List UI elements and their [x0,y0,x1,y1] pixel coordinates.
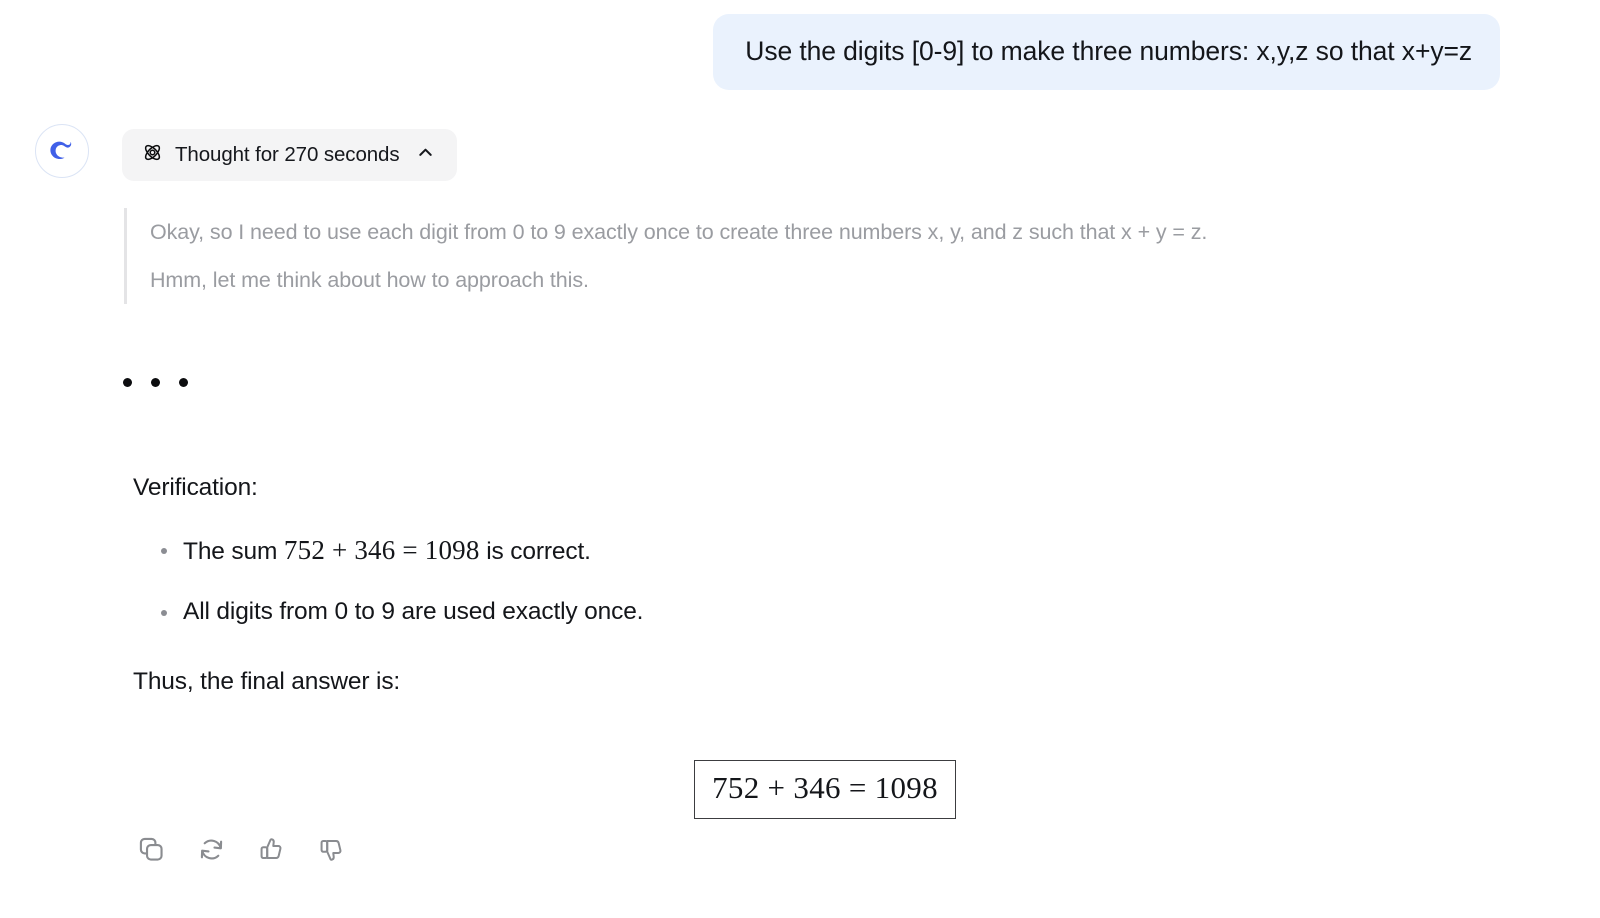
regenerate-button[interactable] [194,832,228,866]
ellipsis-dot [179,378,188,387]
chevron-up-icon[interactable] [416,143,435,167]
verification-heading: Verification: [133,474,258,501]
thumbs-down-button[interactable] [314,832,348,866]
conclusion-line: Thus, the final answer is: [133,668,401,695]
list-item: All digits from 0 to 9 are used exactly … [133,592,1513,632]
ellipsis-dot [151,378,160,387]
thumbs-up-button[interactable] [254,832,288,866]
final-answer-container: 752 + 346 = 1098 [0,760,1600,819]
user-message-row: Use the digits [0-9] to make three numbe… [0,14,1500,90]
thumbs-up-icon [257,835,286,864]
bullet-text-prefix: The sum [183,538,284,565]
thought-summary-label: Thought for 270 seconds [175,143,400,166]
assistant-answer-body: Verification: The sum 752 + 346 = 1098 i… [133,468,1513,702]
message-actions-toolbar [134,832,348,866]
verification-list: The sum 752 + 346 = 1098 is correct. All… [133,530,1513,632]
copy-icon [137,835,166,864]
assistant-avatar [35,124,89,178]
chat-conversation: Use the digits [0-9] to make three numbe… [0,0,1600,918]
bullet-text-prefix: All digits from 0 to 9 are used exactly … [183,598,644,625]
atom-icon [142,142,163,168]
bullet-text-suffix: is correct. [479,538,591,565]
reasoning-line-2: Hmm, let me think about how to approach … [150,268,589,292]
copy-button[interactable] [134,832,168,866]
truncated-content-ellipsis [123,378,188,387]
user-message-bubble: Use the digits [0-9] to make three numbe… [713,14,1500,90]
regenerate-icon [197,835,226,864]
thought-summary-button[interactable]: Thought for 270 seconds [122,129,457,181]
list-item: The sum 752 + 346 = 1098 is correct. [133,530,1513,572]
ellipsis-dot [123,378,132,387]
deepseek-whale-logo-icon [45,134,79,168]
user-message-text: Use the digits [0-9] to make three numbe… [745,36,1472,66]
reasoning-line-1: Okay, so I need to use each digit from 0… [150,220,1208,244]
inline-math-equation: 752 + 346 = 1098 [283,535,480,565]
boxed-equation-text: 752 + 346 = 1098 [712,770,938,805]
thumbs-down-icon [317,835,346,864]
boxed-answer: 752 + 346 = 1098 [694,760,956,819]
reasoning-quote-block: Okay, so I need to use each digit from 0… [124,208,1524,304]
